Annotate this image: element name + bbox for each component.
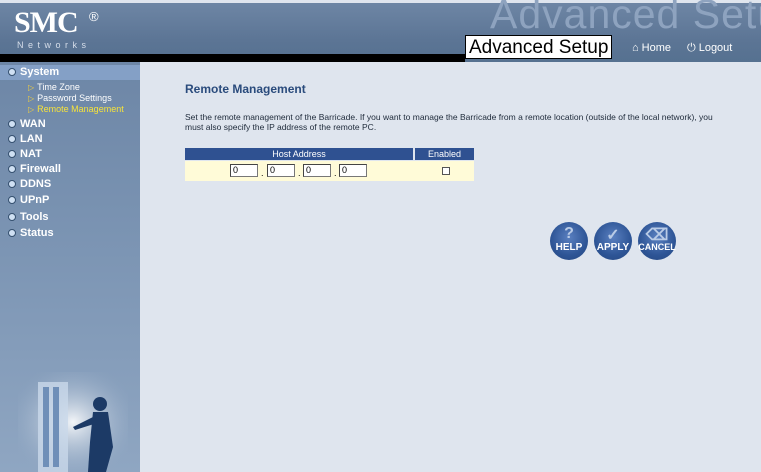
enabled-header: Enabled bbox=[415, 148, 474, 160]
bullet-icon bbox=[8, 195, 16, 204]
host-address-header: Host Address bbox=[185, 148, 413, 160]
home-label: Home bbox=[641, 42, 671, 54]
power-icon: ⏻ bbox=[687, 42, 696, 54]
sidebar-item-firewall[interactable]: Firewall bbox=[0, 162, 140, 177]
ip-octet-3-input[interactable]: 0 bbox=[303, 164, 331, 177]
ip-separator: . bbox=[334, 168, 337, 178]
ip-octet-2-input[interactable]: 0 bbox=[267, 164, 295, 177]
sidebar-item-label: Firewall bbox=[20, 163, 61, 175]
sidebar-item-label: UPnP bbox=[20, 194, 50, 206]
decorative-person-illustration bbox=[18, 372, 128, 472]
sidebar-item-label: Tools bbox=[20, 211, 49, 223]
cancel-label: CANCEL bbox=[638, 242, 676, 252]
sidebar-item-upnp[interactable]: UPnP bbox=[0, 193, 140, 208]
logout-label: Logout bbox=[698, 42, 733, 54]
sidebar-subitem-remote-management[interactable]: ▷ Remote Management bbox=[28, 104, 124, 115]
registered-mark: ® bbox=[89, 9, 99, 24]
question-icon: ? bbox=[564, 225, 574, 242]
sidebar-subitem-label: Time Zone bbox=[37, 82, 80, 92]
sidebar-item-nat[interactable]: NAT bbox=[0, 147, 140, 162]
sidebar-item-label: NAT bbox=[20, 148, 42, 160]
arrow-right-icon: ▷ bbox=[28, 94, 35, 103]
sidebar-item-label: DDNS bbox=[20, 178, 52, 190]
sidebar-item-tools[interactable]: Tools bbox=[0, 210, 140, 225]
logout-link[interactable]: ⏻ Logout bbox=[687, 42, 732, 55]
header: SMC ® Networks Advanced Setup Advanced S… bbox=[0, 0, 761, 67]
logo-subtitle: Networks bbox=[17, 40, 91, 50]
bullet-icon bbox=[8, 228, 16, 237]
arrow-right-icon: ▷ bbox=[28, 83, 35, 92]
sidebar-item-system[interactable]: System bbox=[0, 65, 140, 80]
help-button[interactable]: ? HELP bbox=[550, 222, 588, 260]
bullet-icon bbox=[8, 67, 16, 76]
sidebar-item-label: WAN bbox=[20, 118, 46, 130]
ip-separator: . bbox=[298, 168, 301, 178]
sidebar-item-label: Status bbox=[20, 227, 54, 239]
header-watermark: Advanced Setup bbox=[490, 0, 761, 37]
smc-logo: SMC bbox=[14, 6, 79, 39]
home-icon: ⌂ bbox=[632, 42, 639, 54]
sidebar-item-ddns[interactable]: DDNS bbox=[0, 177, 140, 192]
ip-separator: . bbox=[261, 168, 264, 178]
router-admin-page: SMC ® Networks Advanced Setup Advanced S… bbox=[0, 0, 761, 472]
arrow-right-icon: ▷ bbox=[28, 105, 35, 114]
sidebar-item-wan[interactable]: WAN bbox=[0, 117, 140, 132]
bullet-icon bbox=[8, 119, 16, 128]
bullet-icon bbox=[8, 134, 16, 143]
page-description: Set the remote management of the Barrica… bbox=[185, 112, 713, 132]
sidebar-item-label: LAN bbox=[20, 133, 43, 145]
sidebar-subitem-label: Remote Management bbox=[37, 104, 124, 114]
page-heading: Advanced Setup bbox=[465, 35, 613, 59]
header-divider-bar bbox=[0, 54, 465, 62]
apply-button[interactable]: ✓ APPLY bbox=[594, 222, 632, 260]
apply-label: APPLY bbox=[596, 242, 630, 253]
page-title: Remote Management bbox=[185, 82, 306, 96]
ip-octet-1-input[interactable]: 0 bbox=[230, 164, 258, 177]
bullet-icon bbox=[8, 179, 16, 188]
sidebar-item-lan[interactable]: LAN bbox=[0, 132, 140, 147]
bullet-icon bbox=[8, 149, 16, 158]
sidebar-subitem-time-zone[interactable]: ▷ Time Zone bbox=[28, 82, 80, 93]
sidebar-subitem-label: Password Settings bbox=[37, 93, 112, 103]
enabled-checkbox[interactable] bbox=[442, 167, 450, 175]
bullet-icon bbox=[8, 212, 16, 221]
bullet-icon bbox=[8, 164, 16, 173]
ip-octet-4-input[interactable]: 0 bbox=[339, 164, 367, 177]
main-content: Remote Management Set the remote managem… bbox=[140, 62, 761, 472]
home-link[interactable]: ⌂ Home bbox=[632, 42, 671, 54]
sidebar-item-status[interactable]: Status bbox=[0, 226, 140, 241]
sidebar-subitem-password-settings[interactable]: ▷ Password Settings bbox=[28, 93, 112, 104]
cancel-button[interactable]: ⌫ CANCEL bbox=[638, 222, 676, 260]
sidebar: System ▷ Time Zone ▷ Password Settings ▷ Re… bbox=[0, 62, 140, 472]
help-label: HELP bbox=[555, 242, 583, 253]
sidebar-item-label: System bbox=[20, 66, 60, 78]
